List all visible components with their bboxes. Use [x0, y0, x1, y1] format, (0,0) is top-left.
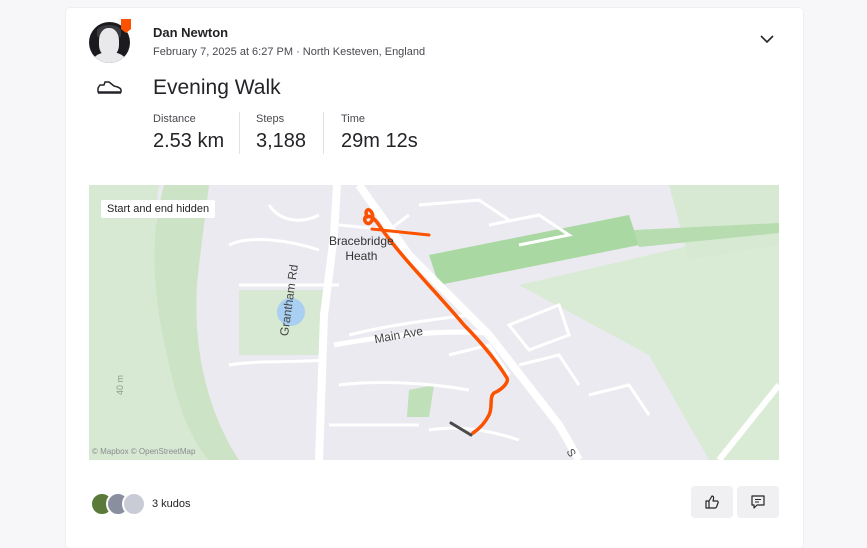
give-kudos-button[interactable]: [691, 486, 733, 518]
subscriber-badge-icon: [121, 19, 131, 33]
activity-date-location: February 7, 2025 at 6:27 PM · North Kest…: [153, 46, 426, 58]
stat-divider: [323, 112, 324, 154]
map-attribution[interactable]: © Mapbox © OpenStreetMap: [92, 447, 195, 456]
main-road: [355, 185, 583, 460]
stat-value: 29m 12s: [341, 130, 418, 152]
town-label-line1: Bracebridge: [329, 234, 394, 248]
kudos-count[interactable]: 3 kudos: [152, 498, 191, 510]
contour-label: 40 m: [115, 374, 125, 395]
stat-divider: [239, 112, 240, 154]
stat-label: Distance: [153, 113, 196, 125]
stat-distance: Distance 2.53 km: [153, 113, 224, 153]
route-map[interactable]: Bracebridge Heath Grantham Rd Main Ave S…: [89, 185, 779, 460]
stat-value: 3,188: [256, 130, 307, 152]
kudos-avatar[interactable]: [122, 492, 146, 516]
grantham-road: [315, 185, 341, 460]
stat-label: Time: [341, 113, 366, 125]
chevron-down-icon[interactable]: [757, 30, 777, 48]
green-patch: [407, 385, 434, 417]
town-label-line2: Heath: [345, 249, 378, 263]
thumbs-up-icon: [705, 495, 719, 509]
start-end-hidden-notice: Start and end hidden: [101, 200, 216, 218]
stat-label: Steps: [256, 113, 285, 125]
stat-value: 2.53 km: [153, 130, 225, 152]
stat-time: Time 29m 12s: [341, 113, 418, 153]
comment-icon: [751, 495, 765, 509]
map-canvas: [89, 185, 779, 460]
comment-button[interactable]: [737, 486, 779, 518]
activity-title[interactable]: Evening Walk: [153, 76, 281, 100]
town-label: Bracebridge Heath: [329, 234, 394, 264]
athlete-name[interactable]: Dan Newton: [153, 25, 228, 40]
stat-steps: Steps 3,188: [256, 113, 306, 153]
shoe-icon: [97, 81, 122, 94]
